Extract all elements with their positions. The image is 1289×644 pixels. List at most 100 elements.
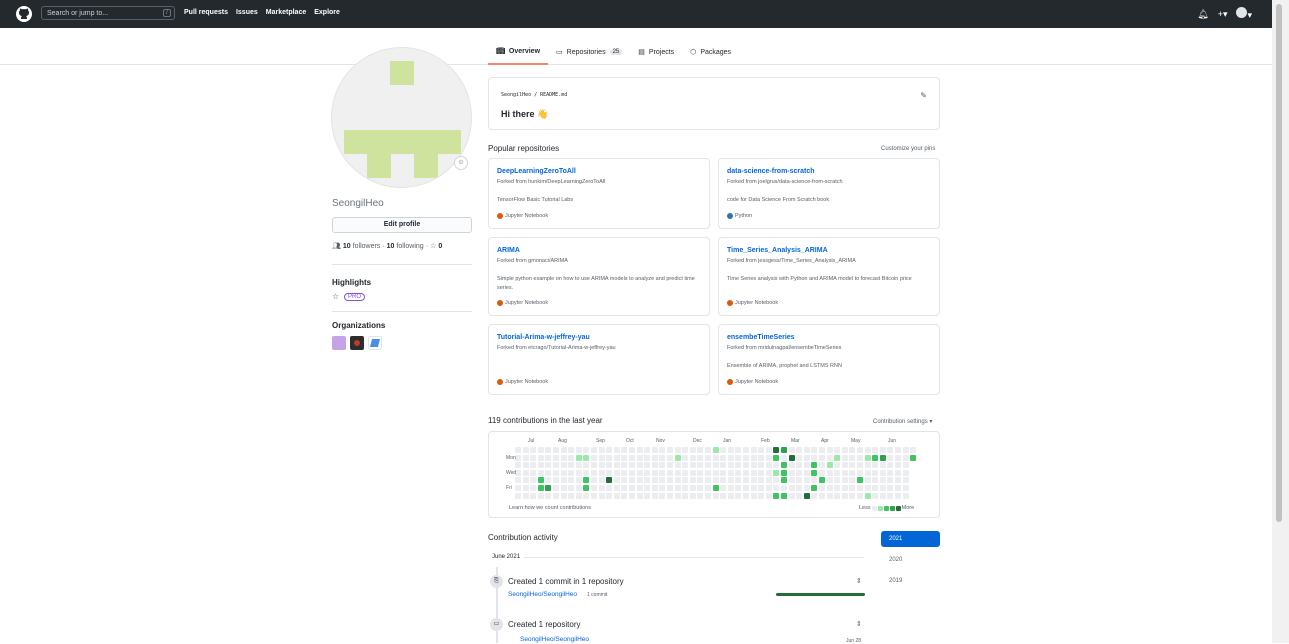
calendar-day-cell[interactable]: [659, 462, 666, 469]
calendar-day-cell[interactable]: [750, 477, 757, 484]
calendar-day-cell[interactable]: [606, 485, 613, 491]
calendar-day-cell[interactable]: [705, 485, 711, 491]
calendar-day-cell[interactable]: [743, 477, 749, 484]
calendar-day-cell[interactable]: [705, 447, 711, 453]
calendar-day-cell[interactable]: [697, 485, 704, 491]
calendar-day-cell[interactable]: [857, 447, 863, 453]
calendar-day-cell[interactable]: [803, 469, 810, 476]
calendar-day-cell[interactable]: [553, 469, 559, 476]
calendar-day-cell[interactable]: [788, 462, 795, 469]
calendar-day-cell[interactable]: [583, 469, 590, 476]
calendar-day-cell[interactable]: [705, 454, 711, 461]
calendar-day-cell[interactable]: [689, 469, 696, 476]
org-avatar[interactable]: [332, 336, 346, 350]
calendar-day-cell[interactable]: [583, 477, 590, 484]
calendar-day-cell[interactable]: [727, 454, 734, 461]
calendar-day-cell[interactable]: [712, 477, 719, 484]
calendar-day-cell[interactable]: [545, 469, 552, 476]
calendar-day-cell[interactable]: [515, 477, 521, 484]
calendar-day-cell[interactable]: [811, 469, 818, 476]
calendar-day-cell[interactable]: [864, 447, 871, 453]
customize-pins-link[interactable]: Customize your pins: [881, 146, 935, 152]
pro-badge[interactable]: PRO: [344, 293, 366, 301]
calendar-day-cell[interactable]: [613, 462, 620, 469]
calendar-day-cell[interactable]: [727, 447, 734, 453]
calendar-day-cell[interactable]: [758, 477, 765, 484]
calendar-day-cell[interactable]: [895, 462, 901, 469]
calendar-day-cell[interactable]: [826, 492, 833, 499]
calendar-day-cell[interactable]: [545, 492, 552, 499]
calendar-day-cell[interactable]: [629, 454, 635, 461]
calendar-day-cell[interactable]: [872, 462, 879, 469]
calendar-day-cell[interactable]: [705, 469, 711, 476]
calendar-day-cell[interactable]: [879, 477, 886, 484]
followers-label[interactable]: followers: [353, 243, 381, 250]
calendar-day-cell[interactable]: [743, 447, 749, 453]
readme-path[interactable]: SeongilHeo / README.md: [501, 92, 567, 98]
calendar-day-cell[interactable]: [537, 454, 544, 461]
calendar-day-cell[interactable]: [522, 477, 529, 484]
calendar-day-cell[interactable]: [872, 469, 879, 476]
calendar-day-cell[interactable]: [826, 469, 833, 476]
calendar-day-cell[interactable]: [636, 469, 643, 476]
org-avatar[interactable]: [350, 336, 364, 350]
calendar-day-cell[interactable]: [674, 469, 681, 476]
calendar-day-cell[interactable]: [803, 447, 810, 453]
calendar-day-cell[interactable]: [857, 492, 863, 499]
calendar-day-cell[interactable]: [712, 462, 719, 469]
calendar-day-cell[interactable]: [689, 485, 696, 491]
calendar-day-cell[interactable]: [522, 454, 529, 461]
calendar-day-cell[interactable]: [697, 447, 704, 453]
calendar-day-cell[interactable]: [575, 492, 582, 499]
nav-marketplace[interactable]: Marketplace: [266, 9, 306, 16]
calendar-day-cell[interactable]: [864, 454, 871, 461]
calendar-day-cell[interactable]: [781, 454, 787, 461]
calendar-day-cell[interactable]: [773, 477, 780, 484]
calendar-day-cell[interactable]: [515, 462, 521, 469]
calendar-day-cell[interactable]: [591, 485, 597, 491]
calendar-day-cell[interactable]: [659, 492, 666, 499]
calendar-day-cell[interactable]: [834, 469, 841, 476]
calendar-day-cell[interactable]: [849, 447, 856, 453]
calendar-day-cell[interactable]: [522, 462, 529, 469]
pencil-icon[interactable]: ✎: [920, 91, 927, 100]
calendar-day-cell[interactable]: [834, 485, 841, 491]
calendar-day-cell[interactable]: [811, 485, 818, 491]
calendar-day-cell[interactable]: [575, 469, 582, 476]
calendar-day-cell[interactable]: [644, 447, 651, 453]
calendar-day-cell[interactable]: [598, 454, 605, 461]
profile-avatar[interactable]: [331, 47, 472, 188]
calendar-day-cell[interactable]: [750, 447, 757, 453]
calendar-day-cell[interactable]: [705, 477, 711, 484]
calendar-day-cell[interactable]: [796, 447, 803, 453]
calendar-day-cell[interactable]: [781, 492, 787, 499]
calendar-day-cell[interactable]: [796, 469, 803, 476]
calendar-day-cell[interactable]: [727, 485, 734, 491]
calendar-day-cell[interactable]: [841, 469, 848, 476]
calendar-day-cell[interactable]: [765, 485, 772, 491]
calendar-day-cell[interactable]: [758, 447, 765, 453]
calendar-day-cell[interactable]: [910, 454, 917, 461]
calendar-day-cell[interactable]: [841, 492, 848, 499]
calendar-day-cell[interactable]: [705, 492, 711, 499]
calendar-day-cell[interactable]: [598, 469, 605, 476]
calendar-day-cell[interactable]: [872, 454, 879, 461]
calendar-day-cell[interactable]: [887, 492, 894, 499]
calendar-day-cell[interactable]: [902, 477, 909, 484]
year-2021-button[interactable]: 2021: [881, 531, 940, 547]
calendar-day-cell[interactable]: [575, 454, 582, 461]
calendar-day-cell[interactable]: [857, 485, 863, 491]
calendar-day-cell[interactable]: [902, 485, 909, 491]
calendar-day-cell[interactable]: [720, 447, 727, 453]
calendar-day-cell[interactable]: [720, 462, 727, 469]
calendar-day-cell[interactable]: [613, 492, 620, 499]
calendar-day-cell[interactable]: [841, 447, 848, 453]
commit-count-link[interactable]: 1 commit: [587, 592, 607, 598]
calendar-day-cell[interactable]: [606, 492, 613, 499]
calendar-day-cell[interactable]: [834, 477, 841, 484]
calendar-day-cell[interactable]: [636, 492, 643, 499]
following-count[interactable]: 10: [387, 243, 395, 250]
calendar-day-cell[interactable]: [849, 492, 856, 499]
calendar-day-cell[interactable]: [568, 454, 575, 461]
calendar-day-cell[interactable]: [902, 469, 909, 476]
